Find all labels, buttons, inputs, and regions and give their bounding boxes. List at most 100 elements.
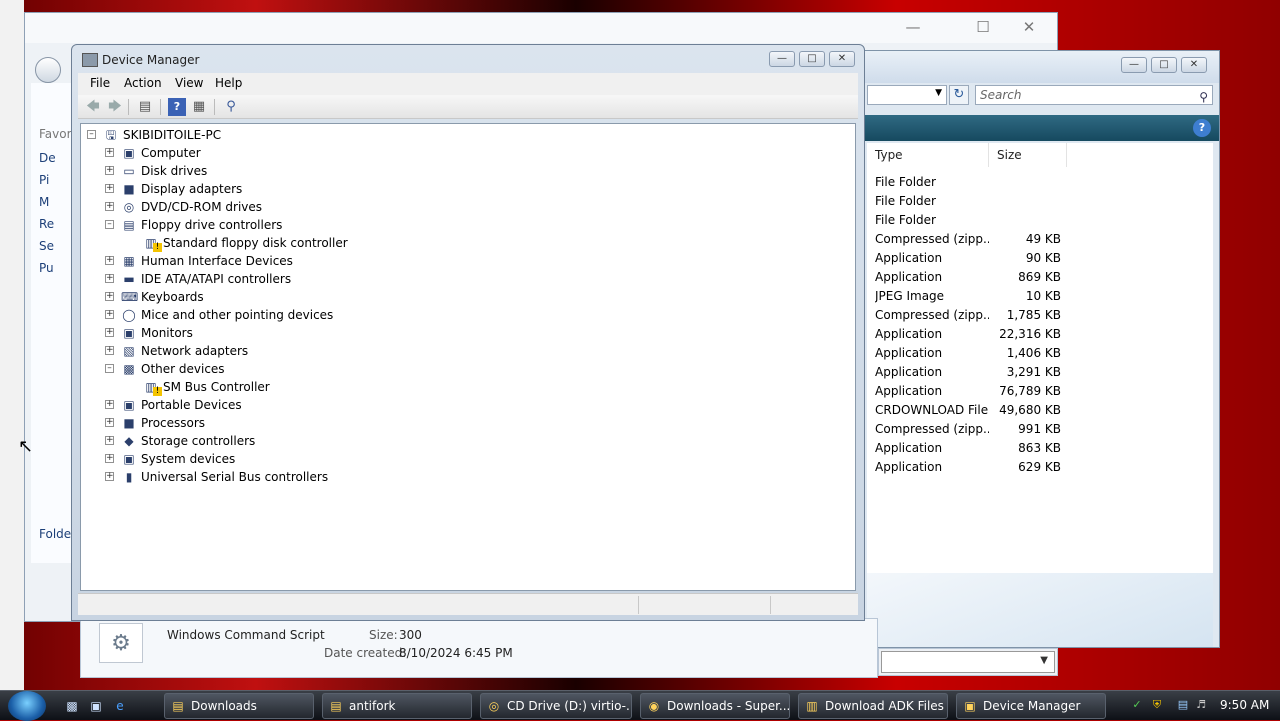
device-manager-titlebar[interactable]: Device Manager — □ ✕ bbox=[72, 45, 864, 75]
taskbar-button[interactable]: ▤ antifork bbox=[322, 693, 472, 719]
menu-file[interactable]: File bbox=[90, 76, 110, 90]
close-icon[interactable]: ✕ bbox=[1015, 17, 1043, 37]
tree-item-label: Human Interface Devices bbox=[141, 254, 293, 268]
file-row[interactable]: Application 1,406 KB bbox=[867, 344, 1213, 363]
file-type: File Folder bbox=[875, 175, 936, 189]
taskbar-button[interactable]: ◎ CD Drive (D:) virtio-... bbox=[480, 693, 632, 719]
search-input[interactable]: Search ⚲ bbox=[975, 85, 1213, 105]
expand-icon[interactable]: + bbox=[105, 400, 114, 409]
file-row[interactable]: CRDOWNLOAD File 49,680 KB bbox=[867, 401, 1213, 420]
expand-icon[interactable]: + bbox=[105, 454, 114, 463]
clock[interactable]: 9:50 AM bbox=[1220, 698, 1269, 712]
file-row[interactable]: Compressed (zipp... 1,785 KB bbox=[867, 306, 1213, 325]
file-row[interactable]: File Folder bbox=[867, 192, 1213, 211]
expand-icon[interactable]: + bbox=[105, 184, 114, 193]
file-row[interactable]: JPEG Image 10 KB bbox=[867, 287, 1213, 306]
file-row[interactable]: Application 22,316 KB bbox=[867, 325, 1213, 344]
file-row[interactable]: Application 869 KB bbox=[867, 268, 1213, 287]
taskbar: ▩ ▣ e ▤ Downloads ▤ antifork ◎ CD Drive (D:) … bbox=[0, 690, 1280, 721]
start-button[interactable] bbox=[8, 691, 46, 721]
file-row[interactable]: Application 90 KB bbox=[867, 249, 1213, 268]
help-icon[interactable]: ? bbox=[1193, 119, 1211, 137]
maximize-icon[interactable]: □ bbox=[1151, 57, 1177, 73]
expand-icon[interactable]: + bbox=[105, 256, 114, 265]
show-desktop-icon[interactable]: ▩ bbox=[64, 698, 80, 714]
search-icon[interactable]: ⚲ bbox=[1199, 88, 1208, 106]
expand-icon[interactable]: + bbox=[105, 418, 114, 427]
fav-item-music[interactable]: M bbox=[39, 195, 75, 209]
file-row[interactable]: Compressed (zipp... 991 KB bbox=[867, 420, 1213, 439]
taskbar-button[interactable]: ▣ Device Manager bbox=[956, 693, 1106, 719]
forward-arrow-icon[interactable]: 🡆 bbox=[106, 98, 124, 116]
expand-icon[interactable]: + bbox=[105, 274, 114, 283]
close-icon[interactable]: ✕ bbox=[1181, 57, 1207, 73]
expand-icon[interactable]: + bbox=[105, 472, 114, 481]
fav-item-public[interactable]: Pu bbox=[39, 261, 75, 275]
collapse-icon[interactable]: – bbox=[87, 130, 96, 139]
maximize-button[interactable]: □ bbox=[799, 51, 825, 67]
expand-icon[interactable]: + bbox=[105, 166, 114, 175]
file-type: CRDOWNLOAD File bbox=[875, 403, 989, 417]
floppy-controller-icon: ▤ bbox=[123, 218, 135, 232]
refresh-icon[interactable]: ↻ bbox=[949, 85, 969, 105]
computer-icon: ▣ bbox=[123, 146, 135, 160]
fav-item-desktop[interactable]: De bbox=[39, 151, 75, 165]
back-arrow-icon[interactable]: 🡄 bbox=[84, 98, 102, 116]
expand-icon[interactable]: + bbox=[105, 292, 114, 301]
back-nav-button[interactable] bbox=[35, 57, 61, 83]
expand-icon[interactable]: + bbox=[105, 202, 114, 211]
folders-toggle[interactable]: Folde bbox=[39, 527, 75, 541]
taskbar-button[interactable]: ▤ Downloads bbox=[164, 693, 314, 719]
help-icon[interactable]: ? bbox=[168, 98, 186, 116]
system-devices-icon: ▣ bbox=[123, 452, 135, 466]
show-hide-tree-icon[interactable]: ▤ bbox=[136, 98, 154, 116]
address-bar[interactable]: ▼ bbox=[867, 85, 947, 105]
fav-item-recent[interactable]: Re bbox=[39, 217, 75, 231]
view-dropdown[interactable]: ▼ bbox=[878, 648, 1058, 676]
file-row[interactable]: Compressed (zipp... 49 KB bbox=[867, 230, 1213, 249]
menu-view[interactable]: View bbox=[175, 76, 203, 90]
maximize-icon[interactable]: ☐ bbox=[969, 17, 997, 37]
explorer-files-titlebar[interactable]: — □ ✕ bbox=[861, 51, 1219, 83]
minimize-icon[interactable]: — bbox=[1121, 57, 1147, 73]
expand-icon[interactable]: + bbox=[105, 310, 114, 319]
chevron-down-icon[interactable]: ▼ bbox=[935, 88, 942, 98]
volume-icon[interactable]: ♬ bbox=[1194, 698, 1208, 712]
expand-icon[interactable]: + bbox=[105, 148, 114, 157]
expand-icon[interactable]: + bbox=[105, 436, 114, 445]
column-header-type[interactable]: Type bbox=[867, 143, 989, 167]
properties-icon[interactable]: ▦ bbox=[190, 98, 208, 116]
taskbar-button[interactable]: ▥ Download ADK Files bbox=[798, 693, 948, 719]
file-row[interactable]: File Folder bbox=[867, 211, 1213, 230]
file-row[interactable]: Application 3,291 KB bbox=[867, 363, 1213, 382]
explorer-window-files[interactable]: — □ ✕ ▼ ↻ Search ⚲ ? Type Size File Fold… bbox=[860, 50, 1220, 648]
file-row[interactable]: Application 76,789 KB bbox=[867, 382, 1213, 401]
expand-icon[interactable]: + bbox=[105, 346, 114, 355]
switch-windows-icon[interactable]: ▣ bbox=[88, 698, 104, 714]
close-button[interactable]: ✕ bbox=[829, 51, 855, 67]
taskbar-button[interactable]: ◉ Downloads - Super... bbox=[640, 693, 790, 719]
fav-item-searches[interactable]: Se bbox=[39, 239, 75, 253]
fav-item-pictures[interactable]: Pi bbox=[39, 173, 75, 187]
file-row[interactable]: Application 863 KB bbox=[867, 439, 1213, 458]
selected-file-name: Windows Command Script bbox=[167, 628, 325, 642]
explorer-titlebar[interactable]: — ☐ ✕ bbox=[25, 13, 1057, 43]
network-icon[interactable]: ▤ bbox=[1176, 698, 1190, 712]
collapse-icon[interactable]: – bbox=[105, 220, 114, 229]
chevron-down-icon[interactable]: ▼ bbox=[1040, 655, 1048, 666]
file-row[interactable]: Application 629 KB bbox=[867, 458, 1213, 477]
safely-remove-icon[interactable]: ✓ bbox=[1130, 698, 1144, 712]
collapse-icon[interactable]: – bbox=[105, 364, 114, 373]
expand-icon[interactable]: + bbox=[105, 328, 114, 337]
security-shield-icon[interactable]: ⛨ bbox=[1150, 698, 1164, 712]
taskbar-button-label: Downloads bbox=[191, 699, 257, 713]
menu-action[interactable]: Action bbox=[124, 76, 162, 90]
internet-explorer-icon[interactable]: e bbox=[112, 698, 128, 714]
menu-help[interactable]: Help bbox=[215, 76, 242, 90]
minimize-button[interactable]: — bbox=[769, 51, 795, 67]
column-header-size[interactable]: Size bbox=[989, 143, 1067, 167]
file-row[interactable]: File Folder bbox=[867, 173, 1213, 192]
minimize-icon[interactable]: — bbox=[899, 17, 927, 37]
device-manager-window[interactable]: Device Manager — □ ✕ File Action View He… bbox=[71, 44, 865, 621]
scan-hardware-icon[interactable]: ⚲ bbox=[222, 98, 240, 116]
